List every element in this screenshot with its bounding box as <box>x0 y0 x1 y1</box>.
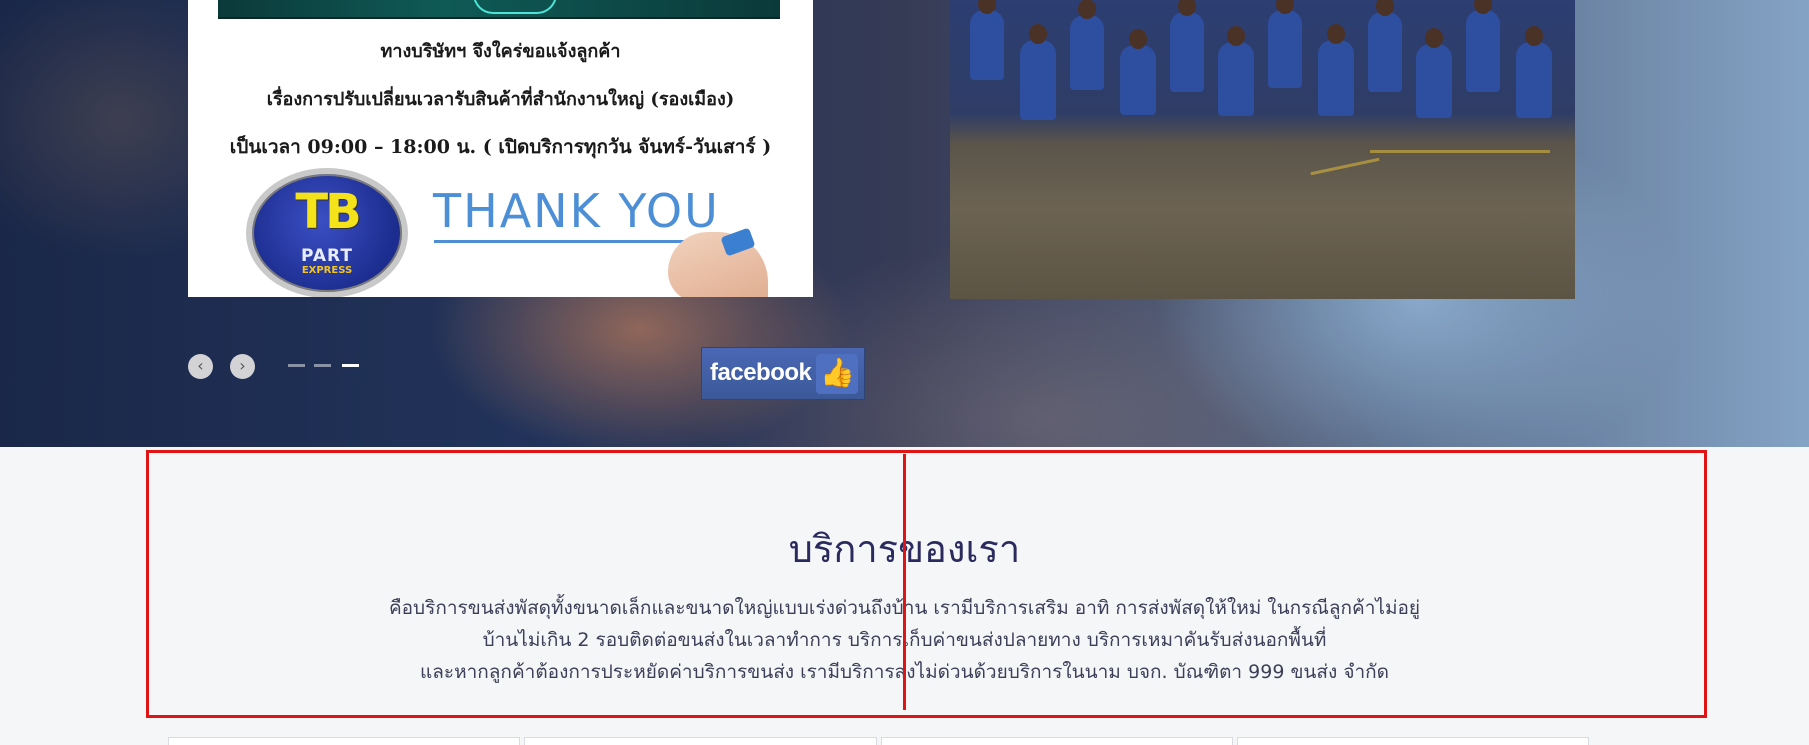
facebook-label: facebook <box>710 359 812 386</box>
photo-figure <box>1268 0 1302 88</box>
photo-figure <box>1368 0 1402 92</box>
tb-part-express-logo: TB PART EXPRESS <box>246 168 408 297</box>
photo-figure <box>1120 29 1156 115</box>
service-card[interactable] <box>1236 737 1589 745</box>
notice-line-2: เรื่องการปรับเปลี่ยนเวลารับสินค้าที่สำนั… <box>266 89 735 110</box>
service-card[interactable] <box>880 737 1233 745</box>
notice-slide-image: ทางบริษัทฯ จึงใคร่ขอแจ้งลูกค้า เรื่องการ… <box>188 0 813 297</box>
floor-marking <box>1370 150 1550 153</box>
photo-figure <box>970 0 1004 80</box>
logo-part-text: PART <box>301 246 353 266</box>
chevron-right-icon: › <box>239 356 246 375</box>
service-cards-row <box>168 737 1593 745</box>
slider-dot-2[interactable] <box>314 364 331 367</box>
notice-banner-graphic <box>218 0 780 19</box>
logo-mark: TB <box>295 184 361 240</box>
highlight-divider <box>903 454 906 710</box>
photo-figure <box>1466 0 1500 92</box>
photo-figure <box>1020 24 1056 120</box>
floor-marking <box>1310 157 1380 176</box>
chevron-left-icon: ‹ <box>197 356 204 375</box>
slider-prev-button[interactable]: ‹ <box>188 354 213 379</box>
slider-dot-1[interactable] <box>288 364 305 367</box>
service-card[interactable] <box>168 737 521 745</box>
service-card[interactable] <box>524 737 877 745</box>
slider-next-button[interactable]: › <box>230 354 255 379</box>
thank-you-text: THANK YOU <box>433 184 720 238</box>
facebook-button[interactable]: facebook <box>701 347 865 400</box>
thumbs-up-icon <box>816 354 858 394</box>
team-photo-slide <box>950 0 1575 299</box>
logo-express-text: EXPRESS <box>301 265 353 276</box>
photo-figure <box>1170 0 1204 92</box>
notice-line-3: เป็นเวลา 09:00 – 18:00 น. ( เปิดบริการทุ… <box>229 136 772 158</box>
photo-figure <box>1218 26 1254 116</box>
hero-slider: ทางบริษัทฯ จึงใคร่ขอแจ้งลูกค้า เรื่องการ… <box>0 0 1809 447</box>
photo-figure <box>1416 28 1452 118</box>
notice-line-1: ทางบริษัทฯ จึงใคร่ขอแจ้งลูกค้า <box>380 41 621 62</box>
slider-dot-3[interactable] <box>342 364 359 367</box>
photo-figure <box>1070 0 1104 90</box>
photo-figure <box>1318 24 1354 116</box>
photo-figure <box>1516 26 1552 118</box>
